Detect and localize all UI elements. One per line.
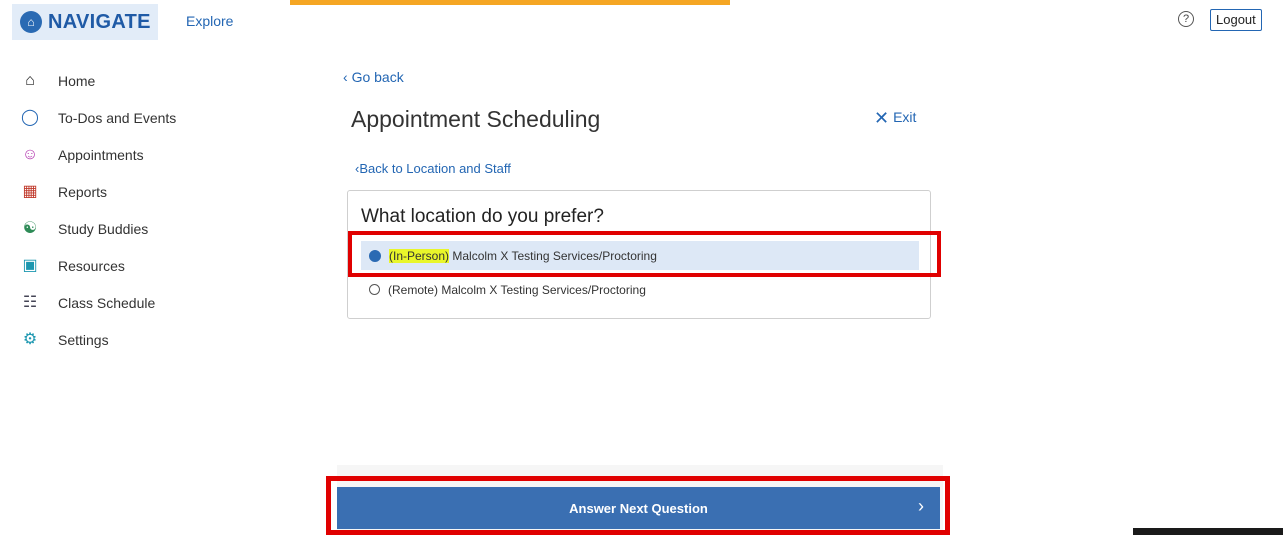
sidebar-item-class-schedule[interactable]: ☷ Class Schedule [20,284,300,321]
book-icon: ☷ [22,293,38,311]
logo-text: NAVIGATE [48,10,151,33]
sidebar-item-todos[interactable]: ◯ To-Dos and Events [20,99,300,136]
sidebar-item-study-buddies[interactable]: ☯ Study Buddies [20,210,300,247]
apple-icon: ◯ [21,108,39,126]
close-icon: ✕ [874,108,890,128]
sidebar-item-label: To-Dos and Events [58,109,177,126]
progress-bar [290,0,730,5]
go-back-label: Go back [351,69,404,85]
logo-icon: ⌂ [20,11,42,33]
sidebar-item-appointments[interactable]: ☺ Appointments [20,136,300,173]
corner-bar [1133,528,1283,535]
person-icon: ☺ [21,145,39,163]
scheduling-panel: Appointment Scheduling ✕ Exit ‹Back to Lo… [337,90,943,535]
exit-button[interactable]: ✕ Exit [874,108,916,129]
annotation-box-button [326,476,950,535]
sidebar-item-resources[interactable]: ▣ Resources [20,247,300,284]
logout-button[interactable]: Logout [1210,9,1262,31]
sidebar-item-label: Study Buddies [58,220,149,237]
go-back-link[interactable]: ‹ Go back [343,69,404,85]
sidebar-item-label: Appointments [58,146,144,163]
resources-icon: ▣ [22,256,38,274]
sidebar-item-home[interactable]: ⌂ Home [20,62,300,99]
gear-icon: ⚙ [22,330,38,348]
radio-button[interactable] [369,284,380,295]
back-to-location-link[interactable]: ‹Back to Location and Staff [355,161,511,176]
sidebar-item-label: Settings [58,331,109,348]
location-option-remote[interactable]: (Remote) Malcolm X Testing Services/Proc… [361,275,919,304]
question-text: What location do you prefer? [361,206,604,227]
sidebar-item-label: Class Schedule [58,294,156,311]
option-label: (Remote) Malcolm X Testing Services/Proc… [388,282,646,297]
sidebar-item-label: Home [58,72,96,89]
top-bar: ⌂ NAVIGATE Explore ? Logout [0,0,1283,42]
explore-link[interactable]: Explore [186,13,233,29]
sidebar-nav: ⌂ Home ◯ To-Dos and Events ☺ Appointment… [20,62,300,358]
sidebar-item-settings[interactable]: ⚙ Settings [20,321,300,358]
sidebar-item-label: Reports [58,183,108,200]
sidebar-item-reports[interactable]: ▦ Reports [20,173,300,210]
sidebar-item-label: Resources [58,257,125,274]
chevron-left-icon: ‹ [343,69,352,85]
annotation-box-option [348,231,941,277]
back-location-label: Back to Location and Staff [359,161,511,176]
help-icon[interactable]: ? [1178,11,1194,27]
home-icon: ⌂ [25,71,35,89]
page-title: Appointment Scheduling [351,106,601,132]
exit-label: Exit [893,109,917,125]
group-icon: ☯ [22,219,38,237]
navigate-logo[interactable]: ⌂ NAVIGATE [12,4,158,40]
report-icon: ▦ [22,182,38,200]
